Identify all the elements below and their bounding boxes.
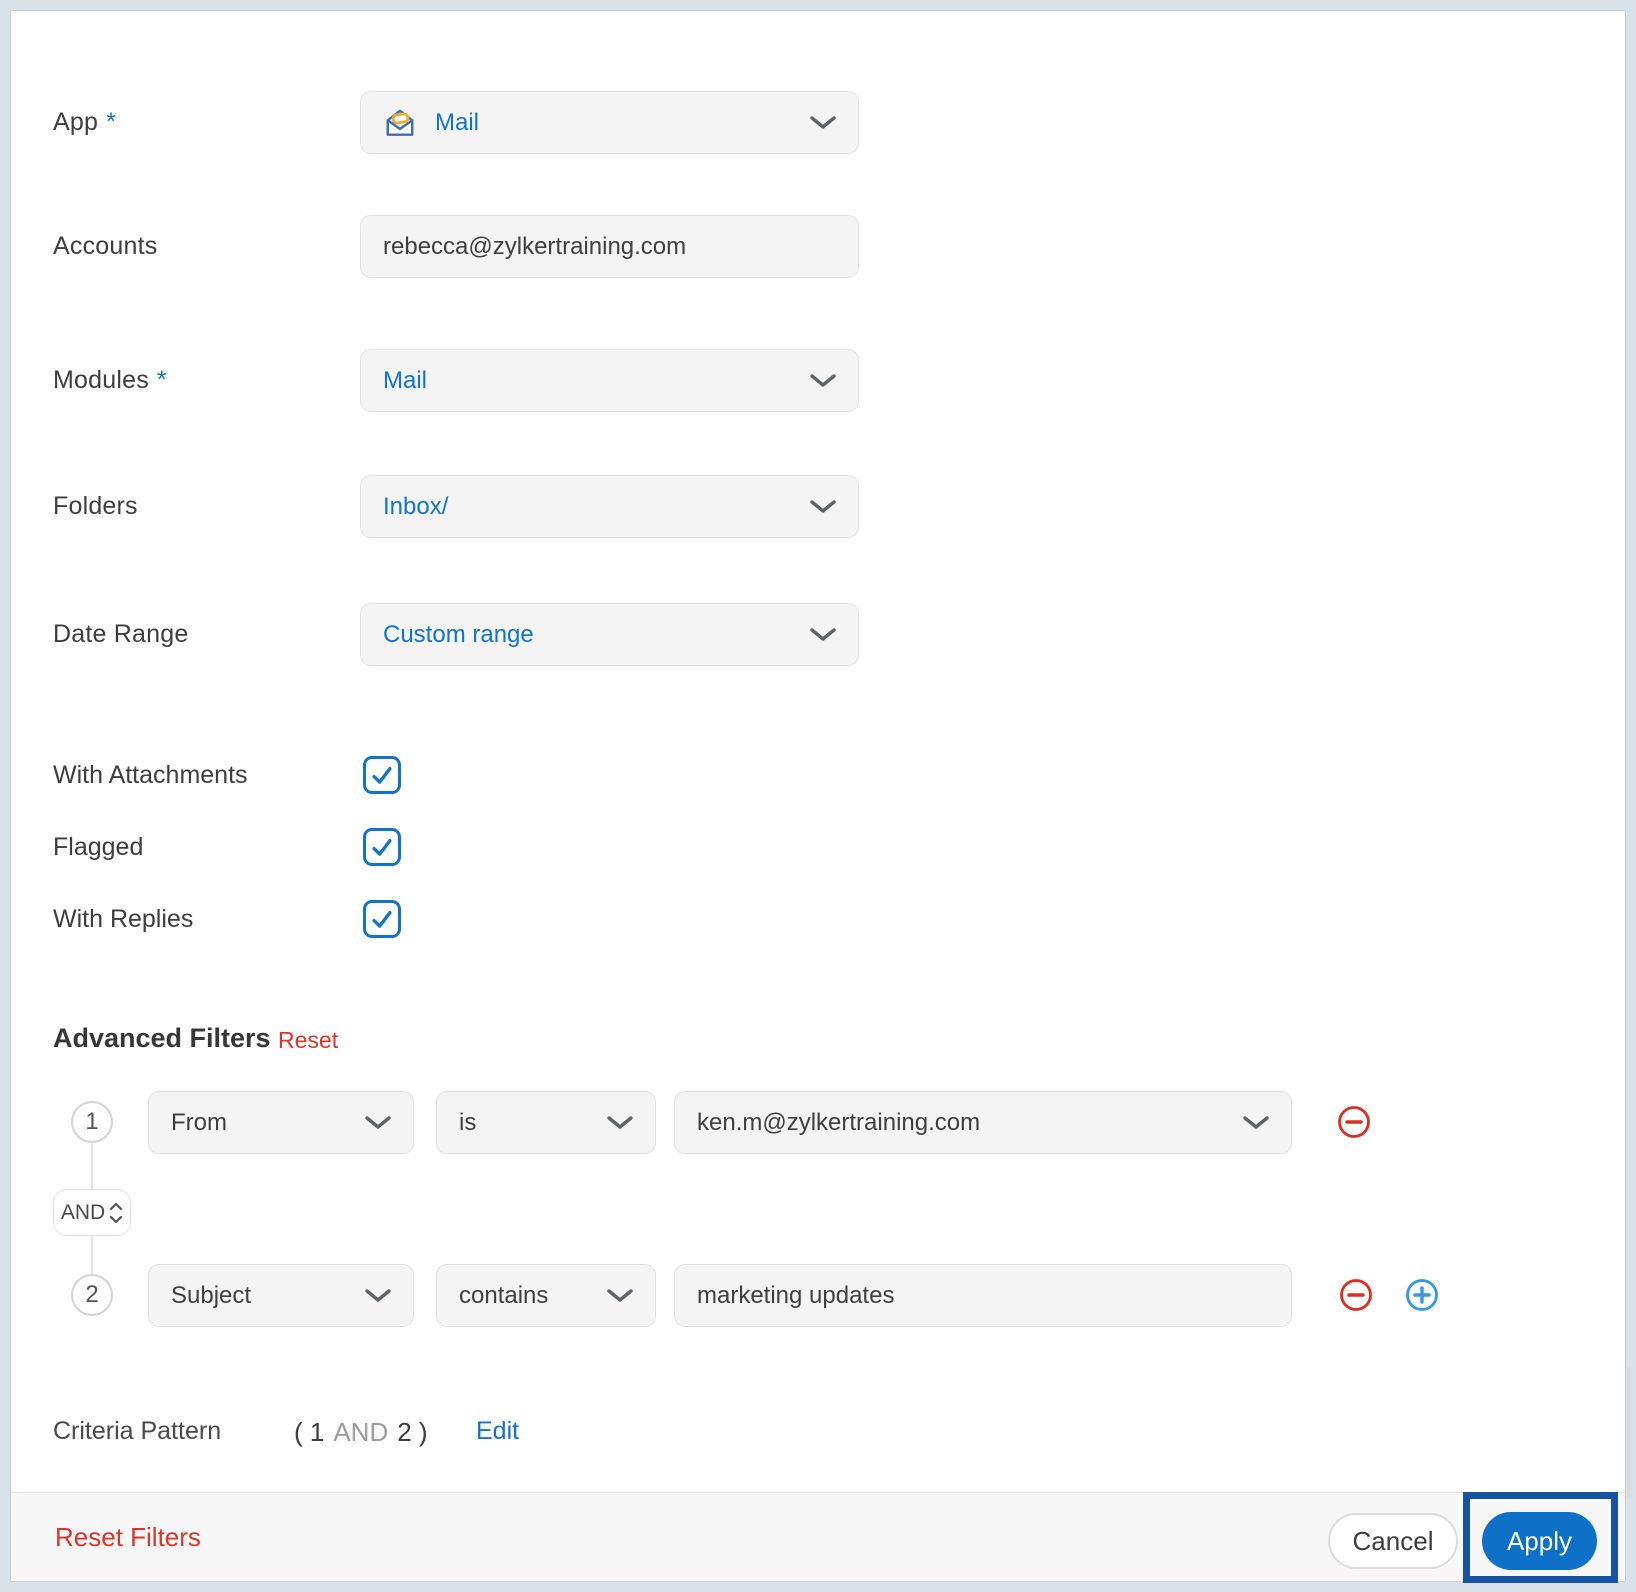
apply-button[interactable]: Apply bbox=[1482, 1512, 1597, 1570]
chevron-down-icon bbox=[810, 367, 836, 395]
with-attachments-checkbox[interactable] bbox=[363, 756, 401, 794]
filter-panel: App * Mail Accounts rebecca@zylkertraini… bbox=[10, 10, 1631, 1582]
criteria-pattern-value: ( 1 AND 2 ) bbox=[294, 1417, 428, 1448]
criteria-row-1-number: 1 bbox=[71, 1101, 113, 1143]
flagged-checkbox[interactable] bbox=[363, 828, 401, 866]
advanced-filters-title: Advanced Filters bbox=[53, 1023, 271, 1053]
with-attachments-text: With Attachments bbox=[53, 760, 248, 789]
folders-label: Folders bbox=[53, 475, 138, 538]
app-select-value: Mail bbox=[435, 108, 480, 136]
updown-chevrons-icon bbox=[110, 1202, 123, 1223]
criteria-1-field-value: From bbox=[171, 1108, 227, 1136]
criteria-1-value-text: ken.m@zylkertraining.com bbox=[697, 1108, 981, 1136]
chevron-down-icon bbox=[810, 109, 836, 137]
chevron-down-icon bbox=[810, 493, 836, 521]
criteria-2-value-text: marketing updates bbox=[697, 1281, 895, 1309]
required-asterisk: * bbox=[106, 108, 117, 136]
date-range-label-text: Date Range bbox=[53, 620, 189, 648]
pattern-open: ( 1 bbox=[294, 1417, 325, 1447]
remove-criteria-2-button[interactable] bbox=[1339, 1278, 1373, 1312]
app-label: App * bbox=[53, 91, 116, 154]
checkmark-icon bbox=[372, 839, 392, 856]
modules-select[interactable]: Mail bbox=[360, 349, 859, 412]
checkmark-icon bbox=[372, 767, 392, 784]
criteria-1-operator-value: is bbox=[459, 1108, 477, 1136]
chevron-down-icon bbox=[1243, 1109, 1269, 1137]
app-label-text: App bbox=[53, 108, 99, 136]
checkmark-icon bbox=[372, 911, 392, 928]
accounts-input-value: rebecca@zylkertraining.com bbox=[383, 232, 687, 260]
pattern-operator: AND bbox=[333, 1417, 389, 1447]
chevron-down-icon bbox=[810, 621, 836, 649]
criteria-2-field-select[interactable]: Subject bbox=[148, 1264, 414, 1327]
criteria-pattern-edit-link[interactable]: Edit bbox=[476, 1417, 519, 1446]
remove-criteria-1-button[interactable] bbox=[1337, 1105, 1371, 1139]
criteria-1-value-select[interactable]: ken.m@zylkertraining.com bbox=[674, 1091, 1292, 1154]
criteria-1-field-select[interactable]: From bbox=[148, 1091, 414, 1154]
with-replies-checkbox[interactable] bbox=[363, 900, 401, 938]
modules-label: Modules * bbox=[53, 349, 167, 412]
date-range-label: Date Range bbox=[53, 603, 188, 666]
criteria-2-field-value: Subject bbox=[171, 1281, 252, 1309]
modules-label-text: Modules bbox=[53, 366, 149, 394]
flagged-label: Flagged bbox=[53, 827, 143, 867]
criteria-1-operator-select[interactable]: is bbox=[436, 1091, 656, 1154]
criteria-pattern-label: Criteria Pattern bbox=[53, 1417, 222, 1445]
accounts-label-text: Accounts bbox=[53, 232, 158, 260]
folders-select[interactable]: Inbox/ bbox=[360, 475, 859, 538]
advanced-filters-reset-link[interactable]: Reset bbox=[278, 1027, 338, 1054]
chevron-down-icon bbox=[365, 1109, 391, 1137]
with-attachments-label: With Attachments bbox=[53, 755, 248, 795]
add-criteria-button[interactable] bbox=[1405, 1278, 1439, 1312]
accounts-input[interactable]: rebecca@zylkertraining.com bbox=[360, 215, 859, 278]
minus-circle-icon bbox=[1340, 1279, 1372, 1311]
scrollbar-thumb[interactable] bbox=[1627, 1367, 1631, 1497]
criteria-2-value-input[interactable]: marketing updates bbox=[674, 1264, 1292, 1327]
criteria-2-operator-value: contains bbox=[459, 1281, 549, 1309]
pattern-close: 2 ) bbox=[397, 1417, 428, 1447]
with-replies-text: With Replies bbox=[53, 904, 194, 933]
date-range-select[interactable]: Custom range bbox=[360, 603, 859, 666]
criteria-2-operator-select[interactable]: contains bbox=[436, 1264, 656, 1327]
app-select[interactable]: Mail bbox=[360, 91, 859, 154]
chevron-down-icon bbox=[607, 1109, 633, 1137]
flagged-text: Flagged bbox=[53, 832, 144, 861]
date-range-select-value: Custom range bbox=[383, 620, 534, 648]
reset-filters-link[interactable]: Reset Filters bbox=[55, 1493, 201, 1581]
required-asterisk: * bbox=[156, 366, 167, 394]
with-replies-label: With Replies bbox=[53, 899, 193, 939]
criteria-row-2-number: 2 bbox=[71, 1274, 113, 1316]
mail-app-icon bbox=[383, 106, 417, 140]
criteria-conjunction-toggle[interactable]: AND bbox=[53, 1189, 131, 1236]
plus-circle-icon bbox=[1406, 1279, 1438, 1311]
minus-circle-icon bbox=[1338, 1106, 1370, 1138]
modules-select-value: Mail bbox=[383, 366, 428, 394]
chevron-down-icon bbox=[365, 1282, 391, 1310]
chevron-down-icon bbox=[607, 1282, 633, 1310]
cancel-button[interactable]: Cancel bbox=[1328, 1513, 1458, 1569]
folders-label-text: Folders bbox=[53, 492, 138, 520]
folders-select-value: Inbox/ bbox=[383, 492, 449, 520]
conjunction-label: AND bbox=[60, 1200, 106, 1224]
accounts-label: Accounts bbox=[53, 215, 157, 278]
